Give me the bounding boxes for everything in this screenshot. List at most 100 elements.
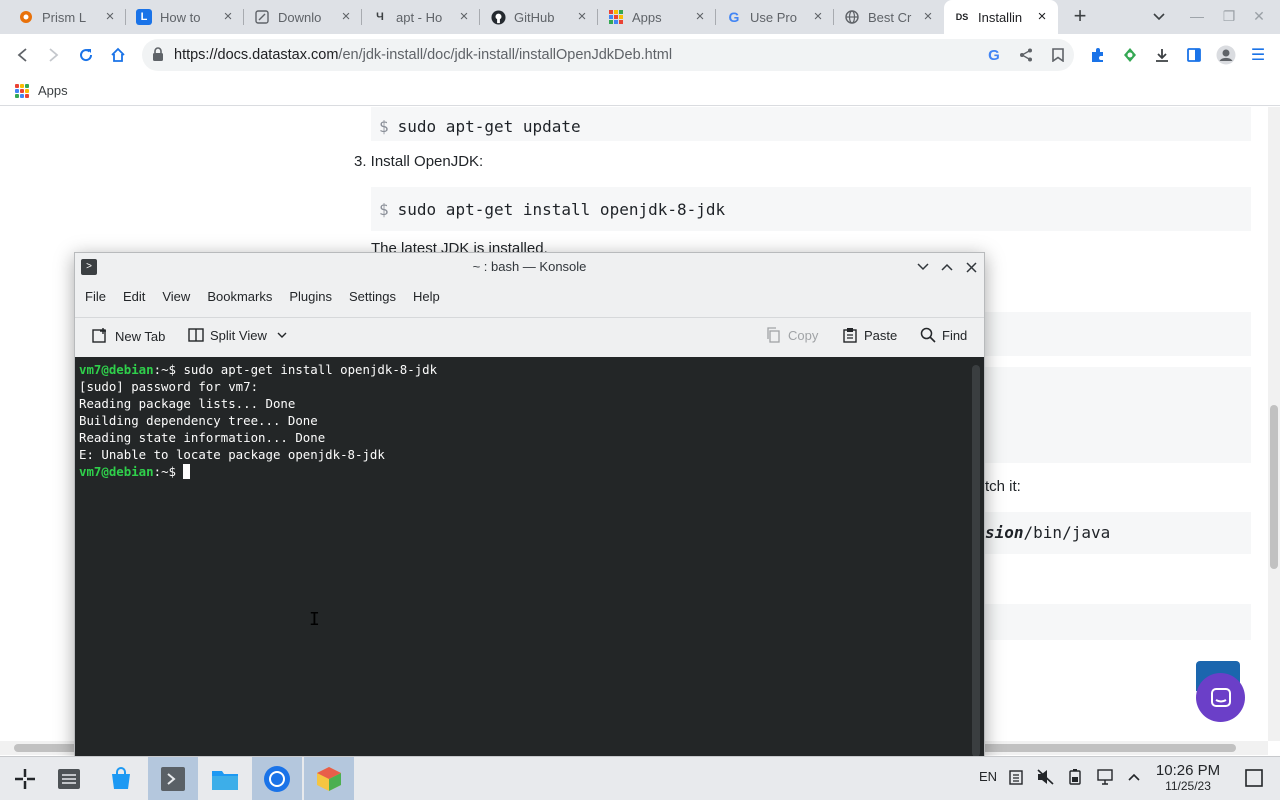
split-view-button[interactable]: Split View: [188, 327, 293, 343]
volume-muted-icon[interactable]: [1037, 769, 1055, 788]
tab-label: GitHub: [514, 9, 555, 25]
askubuntu-favicon-icon: Ч: [376, 11, 384, 23]
menu-file[interactable]: File: [85, 285, 106, 309]
reload-icon[interactable]: [75, 44, 97, 66]
tab-close-icon[interactable]: ×: [220, 9, 236, 25]
tab-close-icon[interactable]: ×: [338, 9, 354, 25]
close-window-icon[interactable]: ✕: [1250, 8, 1268, 25]
chat-widget-button[interactable]: [1196, 673, 1245, 722]
discover-store-icon[interactable]: [96, 757, 146, 800]
chrome-task-icon[interactable]: [252, 757, 302, 800]
tab-label: Use Pro: [750, 9, 797, 25]
page-favicon-icon: [254, 9, 270, 25]
code-block-hidden-2: [985, 367, 1251, 463]
konsole-titlebar[interactable]: > ~ : bash — Konsole: [75, 253, 984, 281]
lock-icon[interactable]: [152, 47, 164, 67]
bookmark-star-icon[interactable]: [1047, 44, 1069, 66]
minimize-icon[interactable]: —: [1188, 8, 1206, 24]
chevron-down-icon: [277, 332, 287, 338]
browser-tab-apps[interactable]: Apps ×: [598, 0, 716, 34]
split-view-icon: [188, 328, 204, 342]
application-launcher-icon[interactable]: [0, 757, 50, 800]
extension-green-icon[interactable]: [1119, 44, 1141, 66]
system-tray-expand-icon[interactable]: [1128, 769, 1140, 784]
apps-grid-icon[interactable]: [15, 84, 29, 98]
menu-view[interactable]: View: [162, 285, 190, 309]
text-cursor: [183, 464, 191, 479]
browser-tab-apt[interactable]: Ч apt - Ho ×: [362, 0, 480, 34]
browser-tab-use-pro[interactable]: G Use Pro ×: [716, 0, 834, 34]
extensions-puzzle-icon[interactable]: [1087, 44, 1109, 66]
back-arrow-icon[interactable]: [11, 44, 33, 66]
tab-label: Apps: [632, 9, 662, 25]
menu-edit[interactable]: Edit: [123, 285, 145, 309]
tab-close-icon[interactable]: ×: [920, 9, 936, 25]
globe-favicon-icon: [844, 9, 860, 25]
code-block-java-path: sion/bin/java: [985, 512, 1251, 554]
download-icon[interactable]: [1151, 44, 1173, 66]
share-icon[interactable]: [1015, 44, 1037, 66]
tab-close-icon[interactable]: ×: [1034, 9, 1050, 25]
menu-kebab-icon[interactable]: ☰: [1247, 44, 1269, 66]
browser-tab-how-to[interactable]: L How to ×: [126, 0, 244, 34]
show-desktop-icon[interactable]: [1245, 769, 1263, 790]
konsole-menubar: File Edit View Bookmarks Plugins Setting…: [75, 285, 447, 309]
terminal-output: vm7@debian:~$ sudo apt-get install openj…: [79, 362, 438, 479]
maximize-chevron-icon[interactable]: [938, 258, 956, 276]
browser-tab-installing[interactable]: DS Installin ×: [944, 0, 1058, 34]
tab-label: Prism L: [42, 9, 87, 25]
konsole-task-icon[interactable]: [148, 757, 198, 800]
search-icon: [920, 327, 936, 343]
restore-icon[interactable]: ❐: [1220, 8, 1238, 25]
profile-avatar-icon[interactable]: [1215, 44, 1237, 66]
tab-search-chevron-icon[interactable]: [1150, 8, 1168, 24]
home-icon[interactable]: [107, 44, 129, 66]
google-lens-icon[interactable]: G: [983, 44, 1005, 66]
bookmark-apps-link[interactable]: Apps: [38, 83, 68, 98]
file-manager-icon[interactable]: [200, 757, 250, 800]
forward-arrow-icon[interactable]: [43, 44, 65, 66]
menu-plugins[interactable]: Plugins: [289, 285, 332, 309]
terminal-scrollbar[interactable]: [972, 365, 980, 757]
address-bar[interactable]: https://docs.datastax.com/en/jdk-install…: [142, 39, 1074, 71]
tab-close-icon[interactable]: ×: [574, 9, 590, 25]
paste-button[interactable]: Paste: [842, 327, 897, 343]
tab-close-icon[interactable]: ×: [810, 9, 826, 25]
page-vertical-scrollbar[interactable]: [1268, 107, 1280, 741]
linuxize-favicon-icon: L: [136, 9, 152, 25]
new-tab-button[interactable]: +: [1068, 5, 1092, 29]
network-icon[interactable]: [1097, 769, 1115, 788]
menu-help[interactable]: Help: [413, 285, 440, 309]
menu-bookmarks[interactable]: Bookmarks: [207, 285, 272, 309]
paragraph-fragment: tch it:: [985, 478, 1021, 495]
clock-date: 11/25/23: [1165, 779, 1211, 793]
browser-tab-prism[interactable]: Prism L ×: [8, 0, 126, 34]
tab-close-icon[interactable]: ×: [102, 9, 118, 25]
url-text: https://docs.datastax.com/en/jdk-install…: [174, 47, 673, 63]
settings-sliders-icon[interactable]: [44, 757, 94, 800]
browser-tab-github[interactable]: GitHub ×: [480, 0, 598, 34]
digital-clock[interactable]: 10:26 PM 11/25/23: [1150, 762, 1226, 793]
package-app-icon[interactable]: [304, 757, 354, 800]
tab-label: Installin: [978, 9, 1023, 25]
terminal-area[interactable]: vm7@debian:~$ sudo apt-get install openj…: [75, 357, 984, 756]
tab-close-icon[interactable]: ×: [456, 9, 472, 25]
keyboard-layout-indicator[interactable]: EN: [979, 769, 997, 784]
battery-icon[interactable]: [1069, 769, 1081, 788]
copy-button[interactable]: Copy: [766, 327, 818, 343]
tab-label: apt - Ho: [396, 9, 443, 25]
menu-settings[interactable]: Settings: [349, 285, 396, 309]
tab-close-icon[interactable]: ×: [692, 9, 708, 25]
bookmarks-bar: Apps: [0, 76, 1280, 106]
minimize-chevron-icon[interactable]: [914, 258, 932, 276]
tab-label: Downlo: [278, 9, 322, 25]
browser-tab-download[interactable]: Downlo ×: [244, 0, 362, 34]
clipboard-icon[interactable]: [1009, 769, 1023, 788]
find-button[interactable]: Find: [920, 327, 967, 343]
browser-tab-best[interactable]: Best Cr ×: [834, 0, 944, 34]
copy-icon: [767, 327, 780, 343]
side-panel-icon[interactable]: [1183, 44, 1205, 66]
code-block-hidden-1: [985, 312, 1251, 356]
new-tab-button[interactable]: New Tab: [91, 327, 165, 345]
close-icon[interactable]: [962, 258, 980, 276]
